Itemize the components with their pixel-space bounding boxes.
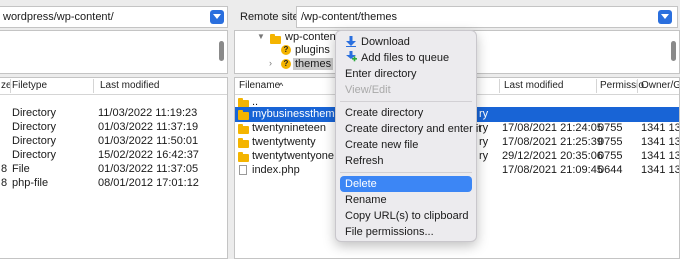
remote-last-modified: 29/12/2021 20:35:06 <box>502 150 603 162</box>
remote-owner-group: 1341 1341 <box>641 150 680 162</box>
local-last-modified: 01/03/2022 11:37:19 <box>98 121 199 133</box>
menu-item-download[interactable]: Download <box>361 36 410 48</box>
remote-path-text: /wp-content/themes <box>301 11 397 23</box>
local-col-last-modified[interactable]: Last modified <box>100 78 159 94</box>
add-to-queue-icon <box>346 51 357 62</box>
local-filetype: Directory <box>12 121 57 133</box>
menu-item-rename[interactable]: Rename <box>345 194 387 206</box>
folder-icon <box>270 34 281 44</box>
remote-last-modified: 17/08/2021 21:25:39 <box>502 136 603 148</box>
menu-item-create-new-file[interactable]: Create new file <box>345 139 418 151</box>
local-last-modified: 01/03/2022 11:50:01 <box>98 135 199 147</box>
menu-item-add-files-to-queue[interactable]: Add files to queue <box>361 52 449 64</box>
table-row[interactable]: Directory 11/03/2022 11:19:23 <box>0 107 227 122</box>
local-path-field[interactable]: wordpress/wp-content/ <box>0 6 228 28</box>
remote-owner-group: 1341 1341 <box>641 136 680 148</box>
menu-item-view-edit: View/Edit <box>345 84 391 96</box>
tree-expanded-chevron-icon[interactable]: ▼ <box>257 32 265 41</box>
local-col-divider[interactable] <box>93 79 94 93</box>
table-row[interactable]: Directory 01/03/2022 11:50:01 <box>0 135 227 150</box>
local-col-filetype[interactable]: Filetype <box>12 78 47 94</box>
remote-col-divider[interactable] <box>637 79 638 93</box>
header-divider <box>0 94 227 95</box>
table-row[interactable]: 8 php-file 08/01/2012 17:01:12 <box>0 177 227 192</box>
table-row[interactable]: 8 File 01/03/2022 11:37:05 <box>0 163 227 178</box>
remote-owner-group: 1341 1341 <box>641 164 680 176</box>
menu-item-copy-url[interactable]: Copy URL(s) to clipboard <box>345 210 469 222</box>
sort-ascending-icon: ^ <box>279 81 284 91</box>
remote-last-modified: 17/08/2021 21:24:05 <box>502 122 603 134</box>
folder-icon <box>238 152 249 162</box>
menu-item-create-directory[interactable]: Create directory <box>345 107 423 119</box>
local-last-modified: 11/03/2022 11:19:23 <box>98 107 198 119</box>
remote-owner-group: 1341 1341 <box>641 122 680 134</box>
remote-filetype: ry <box>479 136 489 148</box>
remote-filename: twentytwenty <box>252 136 316 148</box>
local-filetype: php-file <box>12 177 49 189</box>
file-icon <box>239 165 247 175</box>
remote-path-field[interactable]: /wp-content/themes <box>296 6 678 28</box>
local-size: 8 <box>1 177 8 189</box>
menu-item-delete[interactable]: Delete <box>345 178 377 190</box>
tree-collapsed-chevron-icon[interactable]: › <box>269 58 272 68</box>
download-arrow-icon <box>346 36 356 47</box>
question-folder-icon: ? <box>281 59 291 69</box>
remote-tree-scrollbar[interactable] <box>671 41 676 61</box>
remote-filename: twentytwentyone <box>252 150 334 162</box>
remote-site-label: Remote site: <box>240 11 302 23</box>
remote-col-last-modified[interactable]: Last modified <box>504 78 563 94</box>
question-folder-icon: ? <box>281 45 291 55</box>
menu-item-refresh[interactable]: Refresh <box>345 155 384 167</box>
remote-col-filename[interactable]: Filename <box>239 78 280 94</box>
remote-filename: twentynineteen <box>252 122 326 134</box>
local-path-dropdown-icon[interactable] <box>210 10 224 24</box>
menu-separator <box>340 172 472 173</box>
remote-filetype: ry <box>479 150 489 162</box>
local-filetype: File <box>12 163 30 175</box>
remote-col-divider[interactable] <box>596 79 597 93</box>
remote-col-owner-group[interactable]: Owner/Gro <box>641 78 679 94</box>
remote-permissions: 0644 <box>598 164 623 176</box>
local-last-modified: 08/01/2012 17:01:12 <box>98 177 199 189</box>
menu-item-file-permissions[interactable]: File permissions... <box>345 226 434 238</box>
local-last-modified: 15/02/2022 16:42:37 <box>98 149 199 161</box>
remote-permissions: 0755 <box>598 122 623 134</box>
local-size: 8 <box>1 163 8 175</box>
folder-icon <box>238 124 249 134</box>
menu-item-enter-directory[interactable]: Enter directory <box>345 68 417 80</box>
tree-item-label-selected[interactable]: themes <box>293 58 334 70</box>
remote-permissions: 0755 <box>598 150 623 162</box>
local-file-list[interactable]: ze Filetype Last modified Directory 11/0… <box>0 77 228 259</box>
local-col-divider[interactable] <box>10 79 11 93</box>
tree-item-label[interactable]: plugins <box>295 44 330 56</box>
remote-filename: index.php <box>252 164 300 176</box>
folder-icon <box>238 110 249 120</box>
local-path-text: wordpress/wp-content/ <box>3 11 114 23</box>
menu-separator <box>340 101 472 102</box>
local-last-modified: 01/03/2022 11:37:05 <box>98 163 199 175</box>
remote-filetype: ry <box>479 108 489 120</box>
context-menu: Download Add files to queue Enter direct… <box>335 30 481 242</box>
tree-item-label[interactable]: wp-content <box>285 31 339 43</box>
remote-permissions: 0755 <box>598 136 623 148</box>
remote-filename: mybusinesstheme <box>252 108 341 120</box>
local-filetype: Directory <box>12 135 57 147</box>
menu-item-create-directory-and-enter[interactable]: Create directory and enter it <box>345 123 481 135</box>
table-row[interactable]: Directory 15/02/2022 16:42:37 <box>0 149 227 164</box>
local-directory-tree[interactable] <box>0 30 228 74</box>
folder-icon <box>238 138 249 148</box>
table-row[interactable]: Directory 01/03/2022 11:37:19 <box>0 121 227 136</box>
local-filetype: Directory <box>12 149 57 161</box>
remote-path-dropdown-icon[interactable] <box>658 10 672 24</box>
remote-col-divider[interactable] <box>499 79 500 93</box>
local-filetype: Directory <box>12 107 57 119</box>
remote-last-modified: 17/08/2021 21:09:45 <box>502 164 603 176</box>
local-tree-scrollbar[interactable] <box>219 41 224 61</box>
